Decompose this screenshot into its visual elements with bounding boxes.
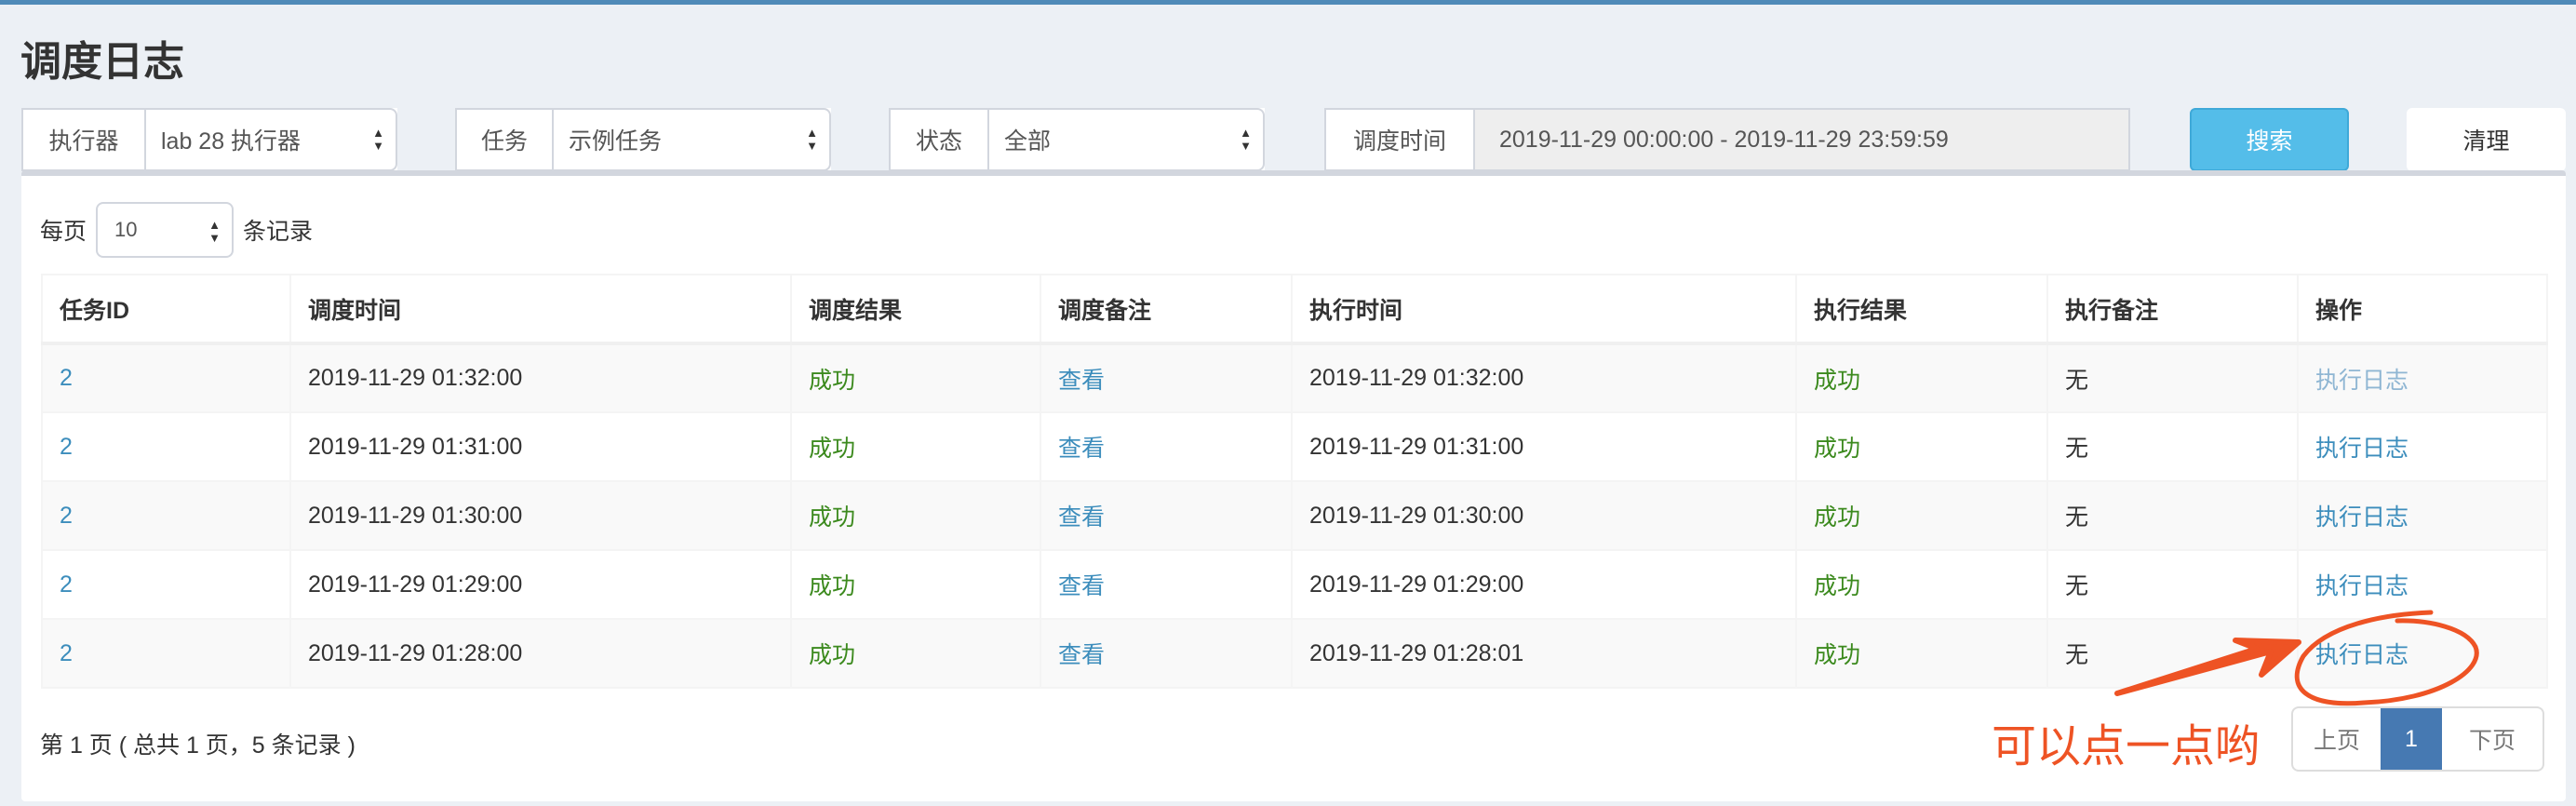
annotation-arrow-icon <box>2114 638 2301 696</box>
annotation-overlay <box>2114 610 2479 706</box>
annotation-circle-icon <box>2294 610 2479 706</box>
